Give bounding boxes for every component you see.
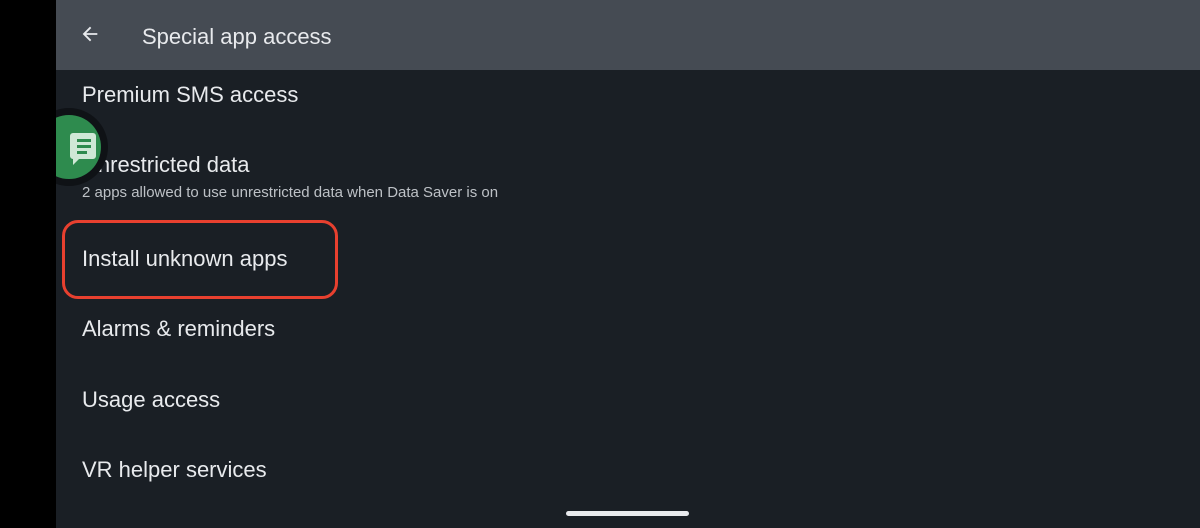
list-item-vr-helper-services[interactable]: VR helper services <box>56 440 1200 510</box>
page-title: Special app access <box>142 24 332 49</box>
list-item-title: Usage access <box>82 387 221 412</box>
back-button[interactable] <box>70 14 110 54</box>
messages-chat-head-icon <box>56 115 101 179</box>
list-item-title: Alarms & reminders <box>82 316 276 341</box>
gesture-nav-handle[interactable] <box>566 511 689 516</box>
list-item-title: Premium SMS access <box>82 82 299 107</box>
list-item-alarms-reminders[interactable]: Alarms & reminders <box>56 300 1200 370</box>
list-item-title: Install unknown apps <box>82 246 288 271</box>
settings-screen: Special app access Premium SMS access Un… <box>56 0 1200 528</box>
list-item-premium-sms-access[interactable]: Premium SMS access <box>56 70 1200 140</box>
screen-bezel <box>0 0 56 528</box>
list-item-title: VR helper services <box>82 457 267 482</box>
list-item-usage-access[interactable]: Usage access <box>56 370 1200 440</box>
list-item-unrestricted-data[interactable]: Unrestricted data 2 apps allowed to use … <box>56 140 1200 220</box>
list-item-install-unknown-apps[interactable]: Install unknown apps <box>56 220 1200 300</box>
arrow-back-icon <box>82 26 98 42</box>
app-bar: Special app access <box>56 0 1200 70</box>
chat-head-bubble[interactable] <box>56 108 108 186</box>
list-item-summary: 2 apps allowed to use unrestricted data … <box>82 184 499 201</box>
